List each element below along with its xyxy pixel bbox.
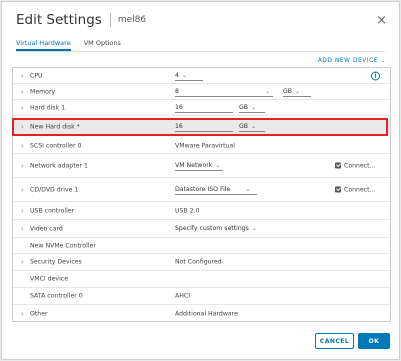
security-value: Not Configured — [175, 258, 222, 266]
title-separator — [109, 13, 111, 27]
sata-value: AHCI — [175, 292, 191, 300]
cpu-value: 4 — [175, 71, 179, 79]
row-hard-disk-1[interactable]: › Hard disk 1 16 GB ⌄ — [13, 100, 390, 116]
cd-dvd-select[interactable]: Datastore ISO File ⌄ — [175, 185, 257, 195]
checkbox-checked-icon — [335, 162, 341, 168]
video-card-select[interactable]: Specify custom settings ⌄ — [175, 224, 257, 234]
row-label: Network adapter 1 — [30, 162, 88, 169]
chevron-down-icon: ⌄ — [295, 87, 301, 95]
tab-vm-options[interactable]: VM Options — [84, 39, 121, 51]
expand-chevron-icon[interactable]: › — [21, 162, 24, 170]
expand-chevron-icon[interactable]: › — [21, 88, 24, 96]
chevron-down-icon: ⌄ — [380, 58, 386, 64]
tab-divider — [16, 51, 385, 52]
memory-unit-select[interactable]: GB ⌄ — [283, 87, 311, 97]
memory-input[interactable]: 8 ⌄ — [175, 87, 273, 97]
chevron-down-icon: ⌄ — [245, 185, 251, 193]
row-label: Video card — [30, 225, 63, 232]
expand-chevron-icon[interactable]: › — [21, 207, 24, 215]
cd-dvd-value: Datastore ISO File — [175, 185, 231, 193]
network-value: VM Network — [175, 161, 213, 169]
hard-disk-1-unit: GB — [239, 103, 249, 111]
tab-virtual-hardware[interactable]: Virtual Hardware — [16, 39, 71, 51]
new-hard-disk-unit: GB — [239, 122, 249, 130]
expand-chevron-icon[interactable]: › — [21, 225, 24, 233]
row-video-card[interactable]: › Video card Specify custom settings ⌄ — [13, 220, 390, 238]
vm-name: mel86 — [117, 15, 147, 25]
chevron-down-icon: ⌄ — [181, 71, 187, 79]
cd-dvd-connect-checkbox[interactable]: Connect... — [335, 186, 375, 193]
expand-chevron-icon[interactable]: › — [21, 186, 24, 194]
dialog-title: Edit Settings mel86 — [16, 12, 146, 28]
chevron-down-icon: ⌄ — [251, 103, 257, 111]
row-label: VMCI device — [30, 275, 69, 283]
chevron-down-icon: ⌄ — [215, 161, 221, 169]
memory-value: 8 — [175, 87, 179, 95]
row-cd-dvd-drive[interactable]: › CD/DVD drive 1 Datastore ISO File ⌄ Con… — [13, 178, 390, 202]
row-label: Security Devices — [30, 258, 82, 266]
row-label: New Hard disk * — [30, 123, 80, 130]
expand-chevron-icon[interactable]: › — [21, 123, 24, 131]
row-label: CD/DVD drive 1 — [30, 186, 79, 193]
row-network-adapter[interactable]: › Network adapter 1 VM Network ⌄ Connect.… — [13, 154, 390, 178]
row-security-devices[interactable]: › Security Devices Not Configured — [13, 254, 390, 271]
hard-disk-1-value: 16 — [175, 103, 233, 113]
row-label: SATA controller 0 — [30, 292, 83, 300]
row-vmci-device: VMCI device — [13, 271, 390, 288]
row-other[interactable]: › Other Additional Hardware — [13, 305, 390, 321]
row-label: CPU — [30, 72, 43, 79]
network-select[interactable]: VM Network ⌄ — [175, 161, 223, 171]
row-label: Hard disk 1 — [30, 104, 66, 111]
other-value: Additional Hardware — [175, 310, 238, 317]
new-hard-disk-value: 16 — [175, 122, 233, 132]
row-sata-controller: SATA controller 0 AHCI — [13, 288, 390, 305]
close-icon[interactable]: × — [376, 14, 387, 27]
expand-chevron-icon[interactable]: › — [21, 142, 24, 150]
row-label: Other — [30, 310, 48, 317]
chevron-down-icon: ⌄ — [251, 122, 257, 130]
connect-label: Connect... — [344, 186, 376, 193]
cpu-select[interactable]: 4 ⌄ — [175, 71, 203, 81]
network-connect-checkbox[interactable]: Connect... — [335, 162, 375, 169]
add-new-device-button[interactable]: ADD NEW DEVICE ⌄ — [318, 58, 386, 64]
add-new-device-label: ADD NEW DEVICE — [317, 58, 379, 64]
row-label: Memory — [30, 88, 56, 95]
tab-bar: Virtual Hardware VM Options — [16, 39, 134, 51]
row-label: New NVMe Controller — [30, 242, 96, 249]
usb-value: USB 2.0 — [175, 207, 200, 214]
info-icon[interactable]: i — [371, 71, 380, 80]
row-label: SCSI controller 0 — [30, 142, 82, 149]
hard-disk-1-input[interactable]: 16 — [175, 103, 233, 113]
expand-chevron-icon[interactable]: › — [21, 72, 24, 80]
new-hard-disk-input[interactable]: 16 — [175, 122, 233, 132]
new-hard-disk-unit-select[interactable]: GB ⌄ — [239, 122, 265, 132]
row-label: USB controller — [30, 207, 75, 214]
row-memory[interactable]: › Memory 8 ⌄ GB ⌄ — [13, 84, 390, 100]
expand-chevron-icon[interactable]: › — [21, 258, 24, 266]
hard-disk-1-unit-select[interactable]: GB ⌄ — [239, 103, 265, 113]
expand-chevron-icon[interactable]: › — [21, 310, 24, 318]
ok-button[interactable]: OK — [358, 333, 390, 349]
row-new-nvme-controller: New NVMe Controller — [13, 238, 390, 254]
chevron-down-icon: ⌄ — [264, 87, 270, 95]
row-cpu[interactable]: › CPU 4 ⌄ i — [13, 68, 390, 84]
checkbox-checked-icon — [335, 186, 341, 192]
row-scsi-controller[interactable]: › SCSI controller 0 VMware Paravirtual — [13, 138, 390, 154]
memory-unit: GB — [283, 87, 293, 95]
chevron-down-icon: ⌄ — [251, 224, 257, 232]
expand-chevron-icon[interactable]: › — [21, 104, 24, 112]
dialog-title-text: Edit Settings — [16, 12, 102, 28]
row-usb-controller[interactable]: › USB controller USB 2.0 — [13, 202, 390, 220]
scsi-value: VMware Paravirtual — [175, 142, 235, 149]
cancel-button[interactable]: CANCEL — [315, 333, 354, 349]
video-value: Specify custom settings — [175, 224, 249, 232]
hardware-table: › CPU 4 ⌄ i › Memory 8 ⌄ GB ⌄ › Hard disk 1… — [12, 67, 391, 322]
edit-settings-dialog: Edit Settings mel86 × Virtual Hardware VM… — [1, 1, 400, 360]
row-new-hard-disk[interactable]: › New Hard disk * 16 GB ⌄ — [13, 119, 390, 135]
connect-label: Connect... — [344, 162, 376, 169]
